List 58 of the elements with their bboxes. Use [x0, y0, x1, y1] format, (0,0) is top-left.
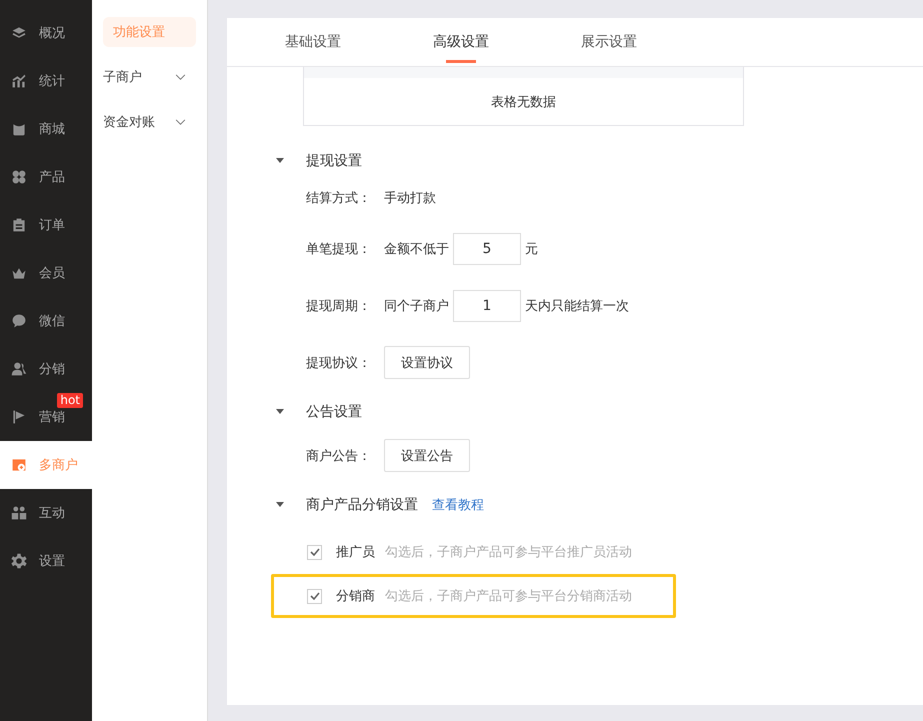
number-input-field[interactable]: 5 [453, 232, 521, 264]
submenu-item[interactable]: 资金对账 [93, 107, 196, 137]
collapse-triangle-icon[interactable] [276, 158, 284, 164]
users-icon [11, 361, 27, 377]
tab[interactable]: 基础设置 [275, 18, 351, 66]
sidebar-item[interactable]: 商城 [0, 105, 92, 153]
sidebar-item[interactable]: 订单 [0, 201, 92, 249]
sidebar-item[interactable]: 会员 [0, 249, 92, 297]
section-title: 商户产品分销设置 [306, 496, 418, 514]
field-label: 结算方式： [306, 190, 372, 207]
empty-text: 表格无数据 [491, 94, 556, 110]
sidebar-item[interactable]: 设置 [0, 537, 92, 585]
checkbox-option[interactable]: 推广员 勾选后，子商户产品可参与平台推广员活动 [271, 530, 676, 574]
grid-icon [11, 169, 27, 185]
sidebar-item[interactable]: 统计 [0, 57, 92, 105]
field-value: 手动打款 [384, 190, 436, 207]
hot-badge: hot [57, 393, 83, 408]
tab[interactable]: 展示设置 [571, 18, 647, 66]
checkmark-icon [310, 592, 320, 600]
gear-icon [11, 553, 27, 569]
checkbox-label: 分销商 [336, 588, 375, 605]
sidebar-item[interactable]: 微信 [0, 297, 92, 345]
field-suffix: 元 [525, 240, 538, 258]
checkmark-icon [310, 548, 320, 556]
chevron-down-icon [175, 74, 186, 80]
checkbox[interactable] [307, 588, 322, 604]
sidebar-item[interactable]: 概况 [0, 9, 92, 57]
sidebar-item[interactable]: hot 营销 [0, 393, 92, 441]
field-label: 商户公告： [306, 448, 372, 464]
sidebar-item[interactable]: 互动 [0, 489, 92, 537]
chat-icon [11, 313, 27, 329]
sidebar-item[interactable]: 分销 [0, 345, 92, 393]
section-title: 提现设置 [306, 152, 362, 170]
sidebar-item[interactable]: 产品 [0, 153, 92, 201]
submenu-item[interactable]: 子商户 [93, 62, 196, 92]
collapse-triangle-icon[interactable] [276, 409, 284, 415]
group-icon [11, 505, 27, 521]
chevron-down-icon [175, 118, 186, 126]
setting-button[interactable]: 设置公告 [384, 439, 470, 472]
field-suffix: 天内只能结算一次 [525, 298, 629, 314]
chart-icon [11, 73, 27, 89]
field-label: 提现周期： [306, 298, 372, 314]
hint-text: 勾选后，子商户产品可参与平台分销商活动 [385, 588, 632, 605]
field-label: 单笔提现： [306, 240, 372, 258]
field-prefix: 同个子商户 [384, 298, 449, 314]
hint-text: 勾选后，子商户产品可参与平台推广员活动 [385, 544, 632, 561]
flag-icon [11, 409, 27, 425]
checkbox[interactable] [307, 544, 322, 560]
collapse-triangle-icon[interactable] [276, 502, 284, 508]
field-label: 提现协议： [306, 354, 372, 372]
checkbox-label: 推广员 [336, 544, 375, 561]
number-input-field[interactable]: 1 [453, 290, 521, 322]
tutorial-link[interactable]: 查看教程 [432, 496, 484, 514]
clipboard-icon [11, 217, 27, 233]
store-icon [11, 457, 27, 473]
field-prefix: 金额不低于 [384, 240, 449, 258]
section-title: 公告设置 [306, 403, 362, 421]
setting-button[interactable]: 设置协议 [384, 346, 470, 379]
